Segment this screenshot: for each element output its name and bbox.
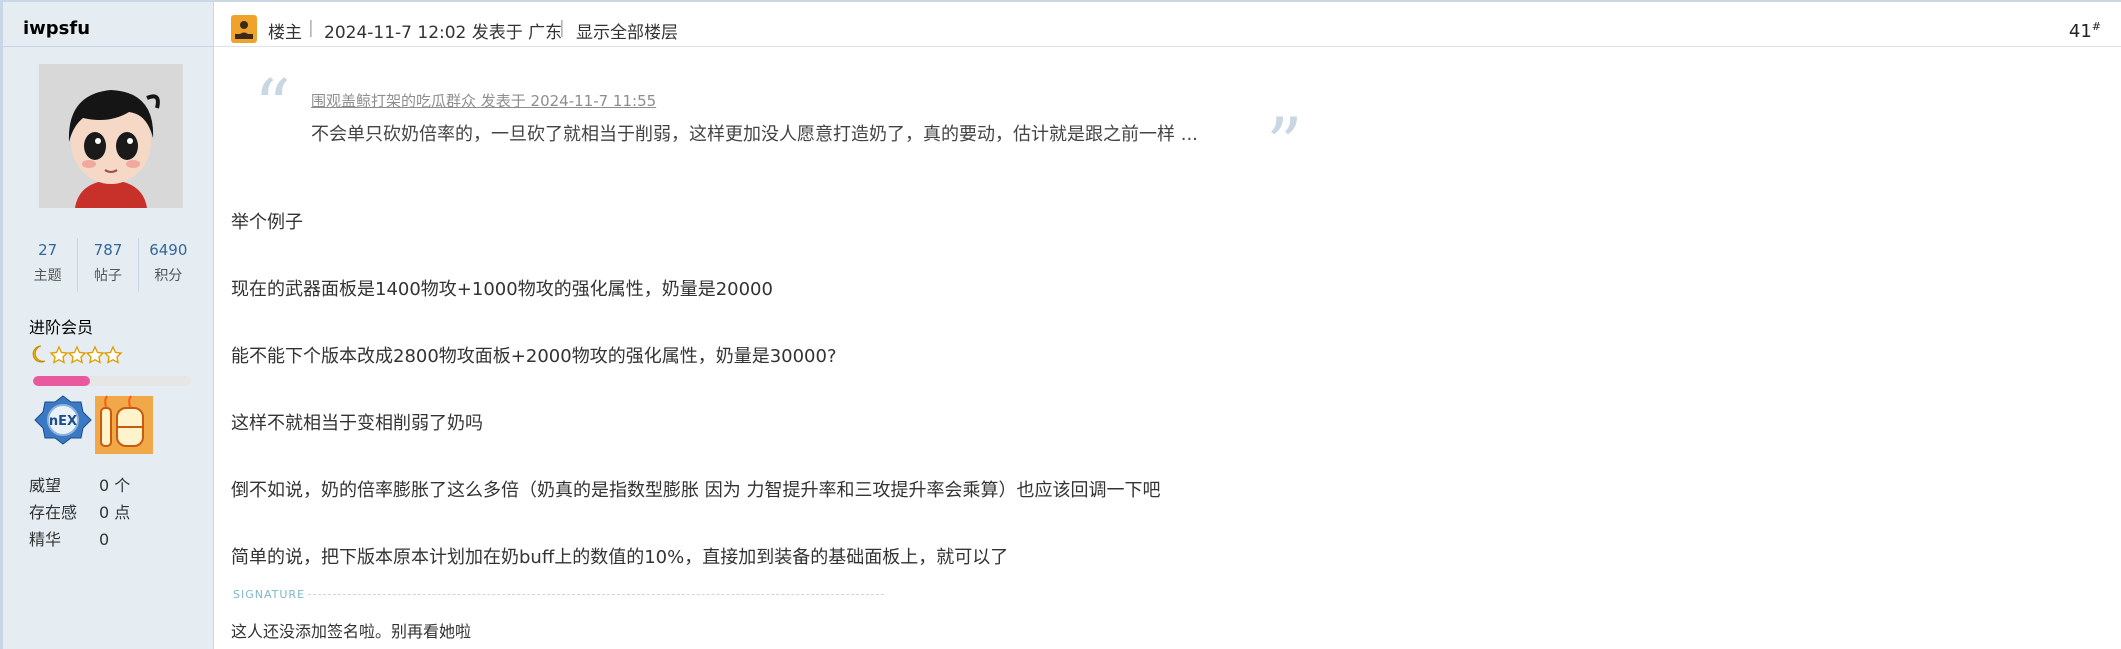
author-sidebar: iwpsfu 27 主题 787 帖子 6490 积分 进阶会员 nEX 威望 … xyxy=(0,2,214,649)
svg-text:nEX: nEX xyxy=(49,414,77,429)
post-time: 2024-11-7 12:02 发表于 广东 xyxy=(324,23,563,43)
info-prestige: 威望 0 个 xyxy=(29,472,130,496)
stat-points-label: 积分 xyxy=(154,268,183,284)
stat-posts-label: 帖子 xyxy=(93,268,122,284)
post-paragraph: 这样不就相当于变相削弱了奶吗 xyxy=(231,413,483,434)
avatar-image xyxy=(39,64,183,208)
medal-icon xyxy=(95,395,153,454)
quote-text: 不会单只砍奶倍率的，一旦砍了就相当于削弱，这样更加没人愿意打造奶了，真的要动，估… xyxy=(311,124,1198,145)
stat-points[interactable]: 6490 积分 xyxy=(139,238,198,292)
divider: | xyxy=(559,18,565,38)
stat-points-value: 6490 xyxy=(149,241,188,259)
rank-progress-bar xyxy=(33,376,191,386)
info-digest-value: 0 xyxy=(99,530,110,549)
info-digest-key: 精华 xyxy=(29,530,62,549)
medals: nEX xyxy=(33,394,153,456)
user-rank[interactable]: 进阶会员 xyxy=(29,314,93,338)
rank-stars-icon xyxy=(29,344,125,369)
medal-icon: nEX xyxy=(34,395,92,445)
info-presence-key: 存在感 xyxy=(29,503,78,522)
divider: | xyxy=(308,18,314,38)
author-username[interactable]: iwpsfu xyxy=(23,18,90,39)
signature-text: 这人还没添加签名啦。别再看她啦 xyxy=(231,622,472,641)
post-header: 楼主 | 2024-11-7 12:02 发表于 广东 | 显示全部楼层 41# xyxy=(214,2,2121,47)
divider xyxy=(3,46,214,47)
info-digest: 精华 0 xyxy=(29,526,109,550)
floor-number[interactable]: 41# xyxy=(2069,20,2101,42)
avatar[interactable] xyxy=(39,64,183,208)
info-presence: 存在感 0 点 xyxy=(29,499,130,523)
post-paragraph: 倒不如说，奶的倍率膨胀了这么多倍（奶真的是指数型膨胀 因为 力智提升率和三攻提升… xyxy=(231,480,1161,501)
rank-progress-fill xyxy=(33,376,90,386)
quote-open-icon: “ xyxy=(254,64,291,148)
stat-threads-value: 27 xyxy=(38,241,58,259)
post-paragraph: 简单的说，把下版本原本计划加在奶buff上的数值的10%，直接加到装备的基础面板… xyxy=(231,547,1009,568)
stat-threads-label: 主题 xyxy=(33,268,62,284)
info-prestige-value: 0 个 xyxy=(99,476,131,495)
stat-posts[interactable]: 787 帖子 xyxy=(78,238,139,292)
signature-label: SIGNATURE xyxy=(233,588,306,601)
post-paragraph: 举个例子 xyxy=(231,212,303,233)
floor-number-value: 41 xyxy=(2068,21,2092,42)
op-label: 楼主 xyxy=(268,23,302,43)
stat-threads[interactable]: 27 主题 xyxy=(18,238,79,292)
quote-author-link[interactable]: 围观盖鲸打架的吃瓜群众 发表于 2024-11-7 11:55 xyxy=(311,90,656,111)
signature-divider xyxy=(308,594,884,595)
quote-close-icon: ” xyxy=(1266,102,1303,186)
floor-mark: # xyxy=(2091,20,2101,33)
info-presence-value: 0 点 xyxy=(99,503,131,522)
post-content: 楼主 | 2024-11-7 12:02 发表于 广东 | 显示全部楼层 41#… xyxy=(214,2,2121,649)
post-paragraph: 现在的武器面板是1400物攻+1000物攻的强化属性，奶量是20000 xyxy=(231,279,773,300)
author-stats: 27 主题 787 帖子 6490 积分 xyxy=(18,238,198,292)
post-paragraph: 能不能下个版本改成2800物攻面板+2000物攻的强化属性，奶量是30000? xyxy=(231,346,837,367)
show-all-floors-link[interactable]: 显示全部楼层 xyxy=(576,18,678,43)
stat-posts-value: 787 xyxy=(93,241,123,259)
original-poster-icon xyxy=(231,15,257,43)
info-prestige-key: 威望 xyxy=(29,476,62,495)
